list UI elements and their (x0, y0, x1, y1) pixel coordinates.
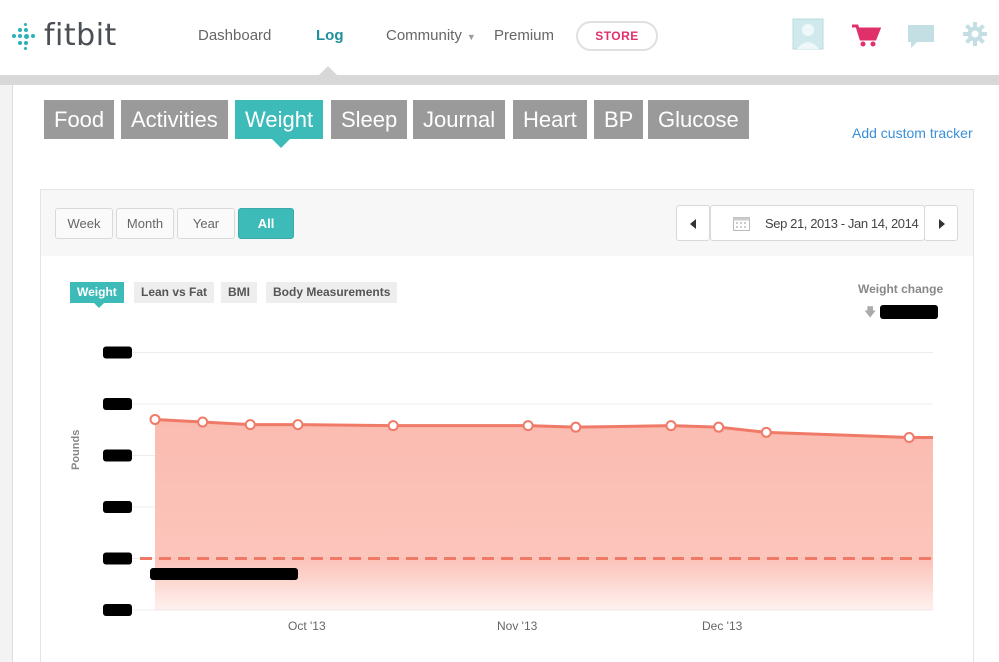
data-point (570, 421, 582, 433)
y-axis-label: Pounds (70, 429, 82, 470)
redacted-goal-label (150, 568, 298, 580)
redacted-y-tick (103, 604, 132, 616)
data-point (713, 421, 725, 433)
data-point (522, 420, 534, 432)
data-point (292, 419, 304, 431)
weight-area (155, 419, 933, 610)
data-point (244, 419, 256, 431)
data-point (387, 420, 399, 432)
redacted-y-tick (103, 398, 132, 410)
x-tick-label: Nov '13 (497, 619, 538, 633)
redacted-y-tick (103, 552, 132, 565)
data-point (149, 413, 161, 425)
redacted-y-tick (103, 501, 132, 513)
data-point (197, 416, 209, 428)
weight-chart (103, 346, 933, 616)
data-point (760, 426, 772, 438)
x-tick-label: Oct '13 (288, 619, 326, 633)
data-point (665, 420, 677, 432)
x-tick-label: Dec '13 (702, 619, 743, 633)
redacted-y-tick (103, 449, 132, 462)
redacted-y-tick (103, 346, 132, 359)
data-point (903, 431, 915, 443)
